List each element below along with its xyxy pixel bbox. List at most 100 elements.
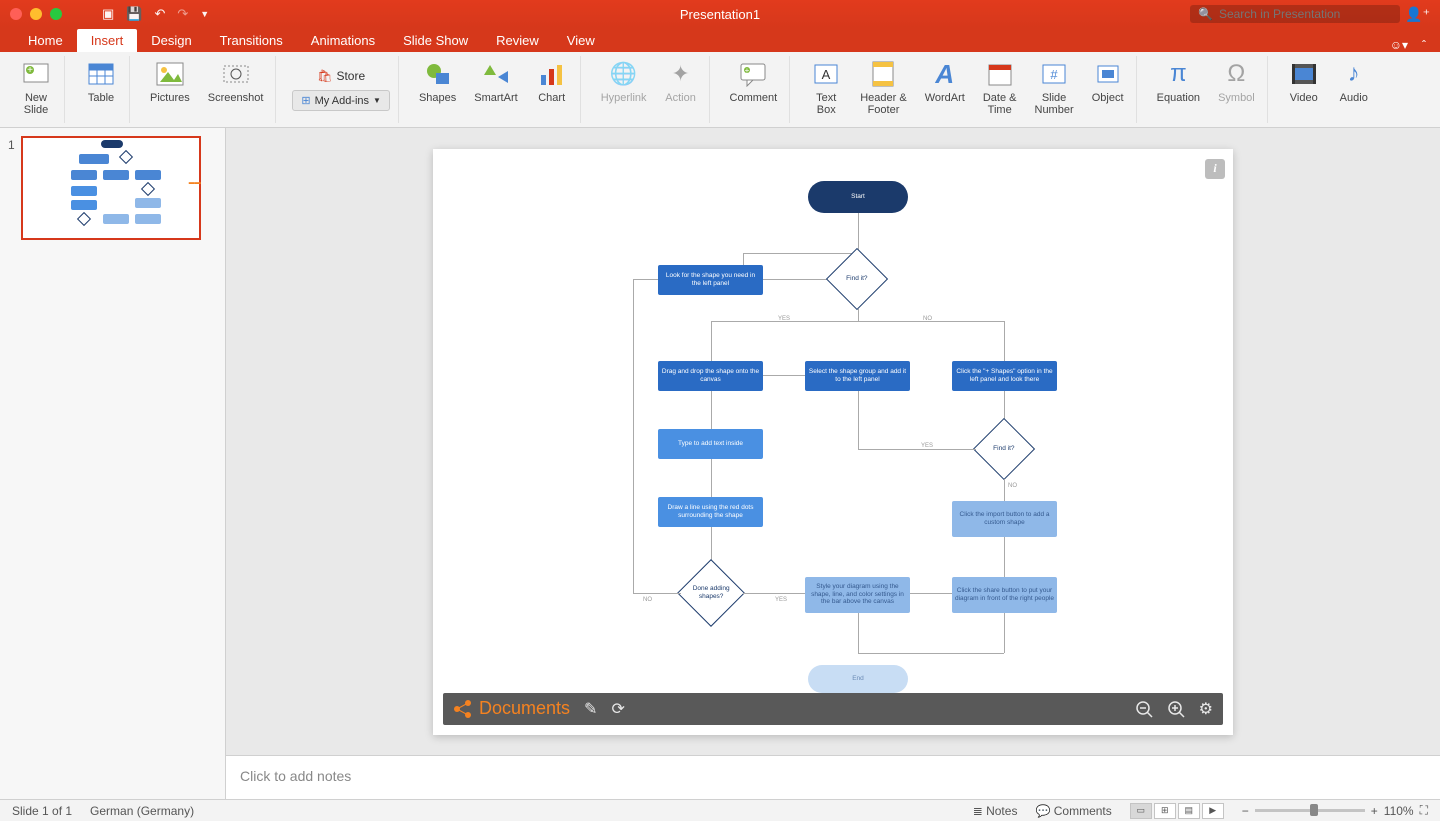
svg-text:+: + bbox=[27, 65, 33, 76]
hyperlink-icon: 🌐 bbox=[608, 58, 640, 90]
zoom-in-button[interactable]: + bbox=[1371, 804, 1378, 818]
slide-number-button[interactable]: #Slide Number bbox=[1031, 56, 1078, 118]
search-icon: 🔍 bbox=[1198, 7, 1213, 21]
share-icon[interactable]: 👤⁺ bbox=[1405, 6, 1430, 23]
symbol-icon: Ω bbox=[1220, 58, 1252, 90]
status-comments-button[interactable]: 💬 Comments bbox=[1035, 804, 1111, 818]
addin-logo[interactable]: Documents bbox=[453, 698, 570, 719]
new-slide-icon: + bbox=[20, 58, 52, 90]
new-slide-button[interactable]: + New Slide bbox=[16, 56, 56, 118]
settings-gear-icon[interactable]: ⚙ bbox=[1199, 699, 1213, 719]
thumbnail-number: 1 bbox=[8, 136, 15, 240]
status-language[interactable]: German (Germany) bbox=[90, 804, 194, 818]
slideshow-view-button[interactable]: ▶ bbox=[1202, 803, 1224, 819]
symbol-button: ΩSymbol bbox=[1214, 56, 1259, 106]
fc-draw: Draw a line using the red dots surroundi… bbox=[658, 497, 763, 527]
collapse-ribbon-icon[interactable]: ˆ bbox=[1422, 38, 1426, 52]
slide-canvas[interactable]: i Start Look for the shape you need in t… bbox=[226, 128, 1440, 755]
fc-done: Done adding shapes? bbox=[677, 559, 745, 627]
normal-view-button[interactable]: ▭ bbox=[1130, 803, 1152, 819]
fit-to-window-button[interactable]: ⛶ bbox=[1420, 803, 1428, 818]
smartart-button[interactable]: SmartArt bbox=[470, 56, 521, 106]
table-icon bbox=[85, 58, 117, 90]
tab-view[interactable]: View bbox=[553, 29, 609, 52]
notes-pane[interactable]: Click to add notes bbox=[226, 755, 1440, 799]
shapes-button[interactable]: Shapes bbox=[415, 56, 460, 106]
sorter-view-button[interactable]: ⊞ bbox=[1154, 803, 1176, 819]
audio-button[interactable]: ♪Audio bbox=[1334, 56, 1374, 106]
fc-start: Start bbox=[808, 181, 908, 213]
svg-text:A: A bbox=[822, 67, 831, 82]
wordart-button[interactable]: AWordArt bbox=[921, 56, 969, 118]
zoom-in-icon[interactable] bbox=[1167, 700, 1185, 718]
fc-click-shapes: Click the "+ Shapes" option in the left … bbox=[952, 361, 1057, 391]
search-input[interactable] bbox=[1219, 7, 1392, 21]
status-bar: Slide 1 of 1 German (Germany) ≣ Notes 💬 … bbox=[0, 799, 1440, 821]
tab-animations[interactable]: Animations bbox=[297, 29, 389, 52]
lbl-no-3: NO bbox=[643, 597, 652, 603]
view-mode-buttons: ▭ ⊞ ▤ ▶ bbox=[1130, 803, 1224, 819]
object-icon bbox=[1092, 58, 1124, 90]
action-button: ✦Action bbox=[661, 56, 701, 106]
zoom-level[interactable]: 110% bbox=[1384, 804, 1414, 818]
lbl-yes-1: YES bbox=[778, 316, 790, 322]
feedback-icon[interactable]: ☺▾ bbox=[1390, 38, 1408, 52]
zoom-out-button[interactable]: − bbox=[1242, 804, 1249, 818]
table-button[interactable]: Table bbox=[81, 56, 121, 106]
svg-text:+: + bbox=[745, 66, 750, 75]
my-addins-button[interactable]: ⊞My Add-ins▼ bbox=[292, 90, 390, 111]
date-time-icon bbox=[984, 58, 1016, 90]
refresh-icon[interactable]: ⟳ bbox=[611, 699, 624, 719]
screenshot-icon bbox=[220, 58, 252, 90]
lbl-no-1: NO bbox=[923, 316, 932, 322]
video-button[interactable]: Video bbox=[1284, 56, 1324, 106]
text-box-button[interactable]: AText Box bbox=[806, 56, 846, 118]
tab-review[interactable]: Review bbox=[482, 29, 553, 52]
date-time-button[interactable]: Date & Time bbox=[979, 56, 1021, 118]
equation-icon: π bbox=[1162, 58, 1194, 90]
slide-editor-area: i Start Look for the shape you need in t… bbox=[226, 128, 1440, 799]
slide-thumbnails-panel[interactable]: 1 ▬▬ bbox=[0, 128, 226, 799]
chart-icon bbox=[536, 58, 568, 90]
action-icon: ✦ bbox=[665, 58, 697, 90]
status-slide-count: Slide 1 of 1 bbox=[12, 804, 72, 818]
screenshot-button[interactable]: Screenshot bbox=[204, 56, 268, 106]
info-icon[interactable]: i bbox=[1205, 159, 1225, 179]
tab-insert[interactable]: Insert bbox=[77, 29, 138, 52]
tab-home[interactable]: Home bbox=[14, 29, 77, 52]
audio-icon: ♪ bbox=[1338, 58, 1370, 90]
pictures-button[interactable]: Pictures bbox=[146, 56, 194, 106]
edit-icon[interactable]: ✎ bbox=[584, 699, 597, 719]
tab-transitions[interactable]: Transitions bbox=[206, 29, 297, 52]
workspace: 1 ▬▬ i Star bbox=[0, 128, 1440, 799]
comment-button[interactable]: +Comment bbox=[726, 56, 782, 106]
fc-find: Find it? bbox=[826, 247, 888, 309]
hyperlink-button: 🌐Hyperlink bbox=[597, 56, 651, 106]
fc-look: Look for the shape you need in the left … bbox=[658, 265, 763, 295]
slide-1[interactable]: i Start Look for the shape you need in t… bbox=[433, 149, 1233, 735]
slide-number-icon: # bbox=[1038, 58, 1070, 90]
tab-design[interactable]: Design bbox=[137, 29, 205, 52]
fc-share: Click the share button to put your diagr… bbox=[952, 577, 1057, 613]
lbl-no-2: NO bbox=[1008, 483, 1017, 489]
lucidchart-icon bbox=[453, 699, 473, 719]
reading-view-button[interactable]: ▤ bbox=[1178, 803, 1200, 819]
store-icon: 🛍 bbox=[317, 69, 332, 83]
status-notes-button[interactable]: ≣ Notes bbox=[973, 804, 1018, 818]
text-box-icon: A bbox=[810, 58, 842, 90]
slide-thumbnail-1[interactable]: ▬▬ bbox=[21, 136, 201, 240]
equation-button[interactable]: πEquation bbox=[1153, 56, 1204, 106]
object-button[interactable]: Object bbox=[1088, 56, 1128, 118]
lbl-yes-3: YES bbox=[775, 597, 787, 603]
zoom-out-icon[interactable] bbox=[1135, 700, 1153, 718]
comment-icon: + bbox=[737, 58, 769, 90]
zoom-controls: − + 110% ⛶ bbox=[1242, 803, 1428, 818]
tab-slide-show[interactable]: Slide Show bbox=[389, 29, 482, 52]
store-button[interactable]: 🛍Store bbox=[313, 68, 369, 84]
ribbon: + New Slide Table Pictures Screenshot 🛍S… bbox=[0, 52, 1440, 128]
search-box[interactable]: 🔍 bbox=[1190, 5, 1400, 23]
header-footer-button[interactable]: Header & Footer bbox=[856, 56, 910, 118]
chart-button[interactable]: Chart bbox=[532, 56, 572, 106]
addin-title: Documents bbox=[479, 698, 570, 719]
zoom-slider[interactable] bbox=[1255, 809, 1365, 812]
